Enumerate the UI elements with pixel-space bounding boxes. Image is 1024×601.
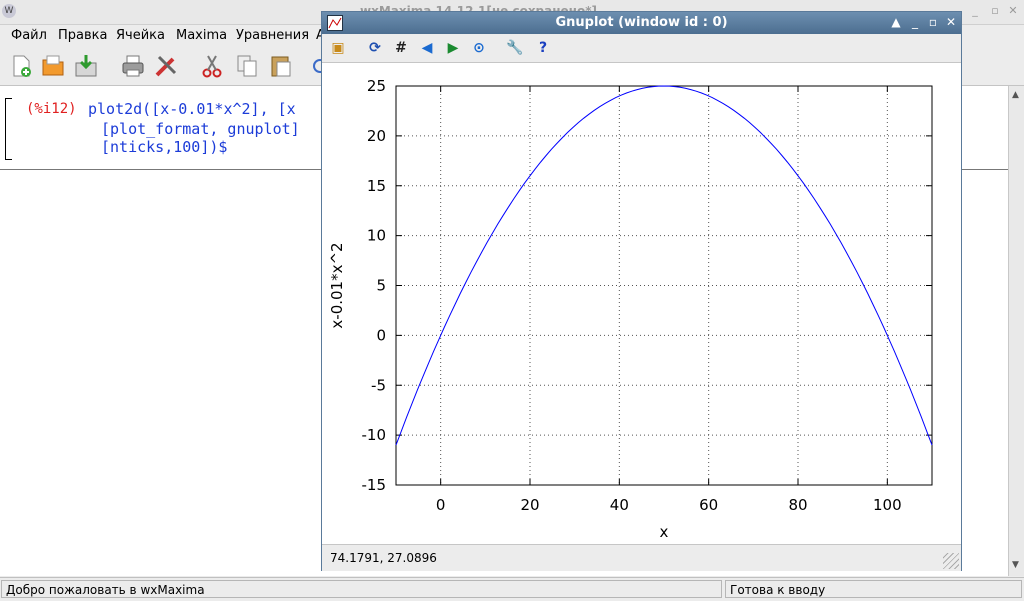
x-axis-label: x: [660, 523, 669, 541]
x-tick-label: 20: [520, 496, 539, 514]
zoom-previous-icon[interactable]: ◀: [418, 39, 436, 57]
menu-cell[interactable]: Ячейка: [116, 28, 165, 43]
menu-equations[interactable]: Уравнения: [236, 28, 309, 43]
cell-code-line[interactable]: [nticks,100])$: [101, 138, 227, 156]
x-tick-label: 0: [436, 496, 446, 514]
close-icon[interactable]: ✕: [1006, 4, 1020, 18]
y-axis-label: x-0.01*x^2: [328, 242, 346, 328]
x-tick-label: 40: [610, 496, 629, 514]
wxmaxima-statusbar: Добро пожаловать в wxMaxima Готова к вво…: [0, 577, 1024, 601]
print-icon[interactable]: [120, 53, 146, 79]
cell-code-line[interactable]: [plot_format, gnuplot]: [101, 120, 300, 138]
open-folder-icon[interactable]: [40, 53, 66, 79]
wxmaxima-logo-icon: W: [2, 4, 16, 18]
cell-code-line[interactable]: plot2d([x-0.01*x^2], [x: [88, 100, 296, 118]
cell-input-label: (%i12): [26, 101, 77, 117]
gnuplot-toolbar: ▣ ⟳ # ◀ ▶ ⊙ 🔧 ?: [322, 34, 961, 63]
gnuplot-pin-icon[interactable]: ▲: [888, 14, 904, 30]
menu-edit[interactable]: Правка: [58, 28, 107, 43]
gnuplot-titlebar: Gnuplot (window id : 0) ▲ _ ▫ ✕: [322, 12, 961, 34]
menu-file[interactable]: Файл: [11, 28, 47, 43]
status-message: Добро пожаловать в wxMaxima: [1, 580, 722, 598]
maximize-icon[interactable]: ▫: [988, 4, 1002, 18]
scroll-up-icon[interactable]: ▲: [1012, 90, 1019, 100]
menu-maxima[interactable]: Maxima: [176, 28, 227, 43]
gnuplot-close-icon[interactable]: ✕: [943, 14, 959, 30]
mouse-coordinates: 74.1791, 27.0896: [330, 551, 437, 565]
series-line: [395, 85, 933, 446]
new-document-icon[interactable]: [8, 53, 34, 79]
cut-icon[interactable]: [199, 53, 225, 79]
status-ready: Готова к вводу: [725, 580, 1022, 598]
x-tick-label: 60: [699, 496, 718, 514]
copy-to-clipboard-icon[interactable]: ▣: [329, 39, 347, 57]
gnuplot-window-title: Gnuplot (window id : 0): [555, 15, 728, 30]
gnuplot-minimize-icon[interactable]: _: [907, 14, 923, 30]
y-tick-label: -5: [371, 376, 386, 394]
save-icon[interactable]: [73, 53, 99, 79]
replot-icon[interactable]: ⟳: [366, 39, 384, 57]
autoscale-icon[interactable]: ⊙: [470, 39, 488, 57]
gnuplot-maximize-icon[interactable]: ▫: [925, 14, 941, 30]
zoom-next-icon[interactable]: ▶: [444, 39, 462, 57]
gnuplot-statusbar: 74.1791, 27.0896: [322, 544, 961, 571]
copy-icon[interactable]: [234, 53, 260, 79]
gnuplot-plot-area[interactable]: 0 20 40 60 80 100 -15 -10 -5 0 5 10 15 20 25 x x-0.01*…: [322, 63, 961, 544]
paste-icon[interactable]: [268, 53, 294, 79]
y-tick-label: 0: [376, 326, 386, 344]
preferences-icon[interactable]: [153, 53, 179, 79]
x-tick-label: 100: [873, 496, 902, 514]
document-scrollbar[interactable]: ▲ ▼: [1008, 86, 1024, 576]
scroll-down-icon[interactable]: ▼: [1012, 560, 1019, 570]
cell-bracket[interactable]: [5, 98, 12, 160]
x-tick-label: 80: [788, 496, 807, 514]
y-tick-label: 25: [367, 77, 386, 95]
y-tick-label: 15: [367, 177, 386, 195]
grid-icon[interactable]: #: [392, 39, 410, 57]
y-tick-label: 5: [376, 277, 386, 295]
config-icon[interactable]: 🔧: [506, 39, 524, 57]
help-icon[interactable]: ?: [534, 39, 552, 57]
y-tick-label: 20: [367, 127, 386, 145]
resize-grip[interactable]: [943, 553, 959, 569]
y-tick-label: 10: [367, 227, 386, 245]
gnuplot-window: Gnuplot (window id : 0) ▲ _ ▫ ✕ ▣ ⟳ # ◀ …: [321, 11, 962, 571]
y-tick-label: -10: [362, 426, 387, 444]
minimize-icon[interactable]: _: [968, 4, 982, 18]
parabola-chart: 0 20 40 60 80 100 -15 -10 -5 0 5 10 15 20 25 x x-0.01*…: [328, 77, 933, 541]
y-tick-label: -15: [362, 476, 387, 494]
